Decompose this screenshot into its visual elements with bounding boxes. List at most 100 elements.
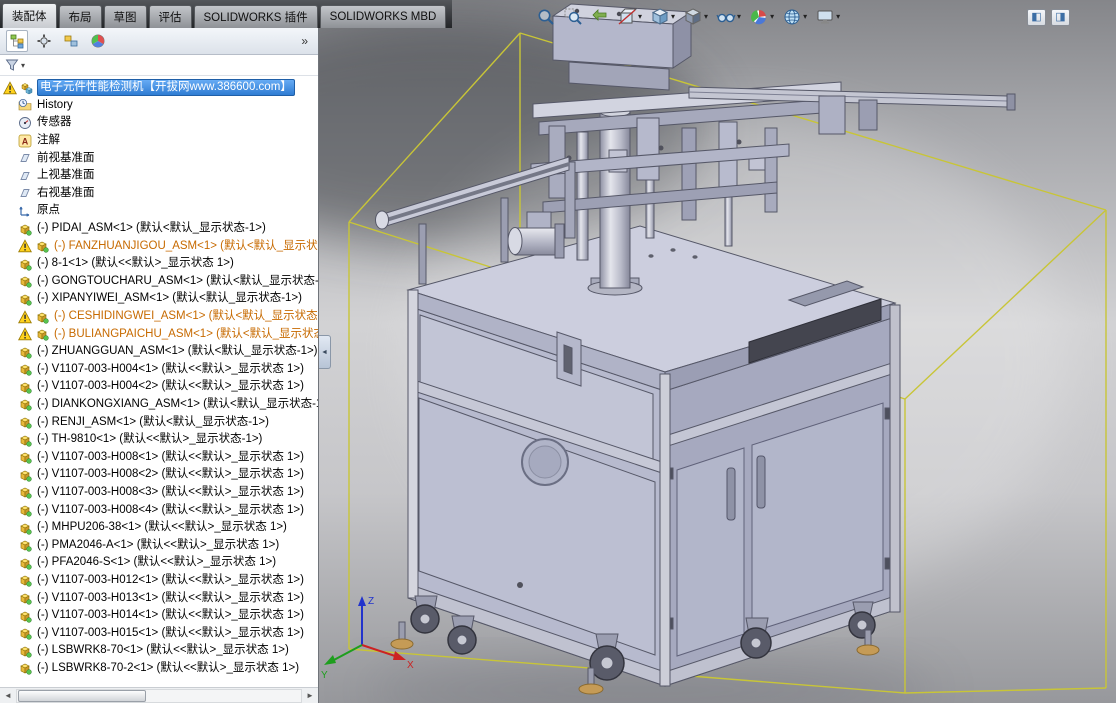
component-icon (18, 257, 32, 271)
component-icon (18, 626, 32, 640)
tree-item-label: (-) RENJI_ASM<1> (默认<默认_显示状态-1>) (37, 415, 269, 428)
edit-appearance-button[interactable]: ▾ (747, 5, 777, 29)
tab-solidworks-addins[interactable]: SOLIDWORKS 插件 (193, 5, 318, 28)
tree-item-label: 上视基准面 (37, 169, 95, 182)
pane-split-button[interactable]: ◧ (1027, 9, 1046, 26)
dropdown-caret[interactable]: ▾ (703, 5, 709, 29)
panel-overflow-chevrons[interactable]: » (301, 34, 312, 48)
dropdown-caret[interactable]: ▾ (835, 5, 841, 29)
scroll-right-arrow[interactable]: ► (302, 688, 318, 703)
tree-item[interactable]: (-) CESHIDINGWEI_ASM<1> (默认<默认_显示状态-1>) (0, 308, 318, 326)
tree-item[interactable]: 上视基准面 (0, 167, 318, 185)
featuremanager-tree-tab[interactable] (6, 30, 28, 52)
component-icon (18, 538, 32, 552)
zoom-to-area-button[interactable] (561, 5, 585, 29)
tree-item[interactable]: (-) 8-1<1> (默认<<默认>_显示状态 1>) (0, 255, 318, 273)
dropdown-caret[interactable]: ▾ (736, 5, 742, 29)
panel-tabs: » (0, 28, 318, 55)
sensors-icon (18, 116, 32, 130)
tree-item[interactable]: 电子元件性能检测机【开拔网www.386600.com】 (0, 79, 318, 97)
feature-manager-panel: » ▾ 电子元件性能检测机【开拔网www.386600.com】 History 传… (0, 28, 319, 703)
tree-item[interactable]: (-) GONGTOUCHARU_ASM<1> (默认<默认_显示状态-1>) (0, 273, 318, 291)
component-icon (18, 450, 32, 464)
panel-tabs-icons (6, 30, 109, 52)
tree-item[interactable]: 前视基准面 (0, 149, 318, 167)
tree-item[interactable]: (-) BULIANGPAICHU_ASM<1> (默认<默认_显示状态-1>) (0, 325, 318, 343)
tree-item-label: (-) LSBWRK8-70<1> (默认<<默认>_显示状态 1>) (37, 644, 289, 657)
dropdown-caret[interactable]: ▾ (637, 5, 643, 29)
scroll-thumb[interactable] (18, 689, 146, 702)
panel-collapse-tab[interactable]: ◄ (319, 335, 331, 369)
root-icon (20, 81, 34, 95)
tree-item[interactable]: History (0, 97, 318, 115)
scroll-track[interactable] (16, 688, 302, 703)
tree-item[interactable]: A 注解 (0, 132, 318, 150)
tree-item[interactable]: (-) V1107-003-H013<1> (默认<<默认>_显示状态 1>) (0, 589, 318, 607)
tree-item[interactable]: (-) PFA2046-S<1> (默认<<默认>_显示状态 1>) (0, 554, 318, 572)
warning-icon (18, 239, 32, 253)
tree-item[interactable]: (-) V1107-003-H008<2> (默认<<默认>_显示状态 1>) (0, 466, 318, 484)
tree-item[interactable]: (-) TH-9810<1> (默认<<默认>_显示状态-1>) (0, 431, 318, 449)
component-icon (18, 222, 32, 236)
dropdown-caret[interactable]: ▾ (802, 5, 808, 29)
tree-item[interactable]: (-) PMA2046-A<1> (默认<<默认>_显示状态 1>) (0, 536, 318, 554)
triad-x-label: X (407, 660, 414, 671)
tree-item-label: 原点 (37, 204, 60, 217)
tree-item-label: (-) PFA2046-S<1> (默认<<默认>_显示状态 1>) (37, 556, 277, 569)
tab-solidworks-mbd[interactable]: SOLIDWORKS MBD (319, 5, 447, 28)
propertymanager-tab[interactable] (33, 30, 55, 52)
scroll-left-arrow[interactable]: ◄ (0, 688, 16, 703)
tree-item[interactable]: 原点 (0, 202, 318, 220)
tree-item-label: (-) V1107-003-H004<2> (默认<<默认>_显示状态 1>) (37, 380, 304, 393)
tab-assembly[interactable]: 装配体 (2, 3, 57, 28)
view-settings-button[interactable]: ▾ (813, 5, 843, 29)
propertymanager-icon (36, 33, 52, 49)
dropdown-caret[interactable]: ▾ (769, 5, 775, 29)
displaymanager-tab[interactable] (87, 30, 109, 52)
tree-item[interactable]: (-) V1107-003-H004<1> (默认<<默认>_显示状态 1>) (0, 361, 318, 379)
tree-item[interactable]: (-) ZHUANGGUAN_ASM<1> (默认<默认_显示状态-1>) (0, 343, 318, 361)
tab-layout[interactable]: 布局 (58, 5, 102, 28)
tab-sketch[interactable]: 草图 (103, 5, 147, 28)
component-icon (18, 644, 32, 658)
graphics-viewport[interactable]: Z X Y ▾ ▾ ▾ ▾ ▾ ▾ ▾ ◧ ◨ (319, 0, 1116, 703)
component-icon (18, 485, 32, 500)
tree-item[interactable]: (-) MHPU206-38<1> (默认<<默认>_显示状态 1>) (0, 519, 318, 537)
tree-item[interactable]: (-) V1107-003-H015<1> (默认<<默认>_显示状态 1>) (0, 624, 318, 642)
filter-dropdown-caret[interactable]: ▾ (21, 61, 25, 70)
tree-item[interactable]: (-) LSBWRK8-70<1> (默认<<默认>_显示状态 1>) (0, 642, 318, 660)
tree-item[interactable]: (-) V1107-003-H012<1> (默认<<默认>_显示状态 1>) (0, 572, 318, 590)
tree-item[interactable]: (-) DIANKONGXIANG_ASM<1> (默认<默认_显示状态-1>) (0, 396, 318, 414)
dropdown-caret[interactable]: ▾ (670, 5, 676, 29)
zoom-to-fit-button[interactable] (534, 5, 558, 29)
origin-icon (18, 204, 32, 218)
tree-item[interactable]: 右视基准面 (0, 185, 318, 203)
apply-scene-button[interactable]: ▾ (780, 5, 810, 29)
tree-item[interactable]: (-) V1107-003-H004<2> (默认<<默认>_显示状态 1>) (0, 378, 318, 396)
filter-funnel-icon[interactable] (5, 58, 19, 72)
pane-close-button[interactable]: ◨ (1051, 9, 1070, 26)
section-view-button[interactable]: ▾ (615, 5, 645, 29)
tree-horizontal-scrollbar[interactable]: ◄ ► (0, 687, 318, 703)
hide-show-items-button[interactable]: ▾ (714, 5, 744, 29)
previous-view-button[interactable] (588, 5, 612, 29)
tree-item[interactable]: (-) XIPANYIWEI_ASM<1> (默认<默认_显示状态-1>) (0, 290, 318, 308)
3d-model-layer[interactable]: Z X Y (319, 0, 1116, 703)
view-orientation-button[interactable]: ▾ (648, 5, 678, 29)
tree-item[interactable]: (-) PIDAI_ASM<1> (默认<默认_显示状态-1>) (0, 220, 318, 238)
tree-item[interactable]: (-) V1107-003-H008<1> (默认<<默认>_显示状态 1>) (0, 448, 318, 466)
tree-item-label: (-) V1107-003-H014<1> (默认<<默认>_显示状态 1>) (37, 609, 304, 622)
configurationmanager-tab[interactable] (60, 30, 82, 52)
warning-icon (18, 327, 32, 341)
tree-item[interactable]: (-) V1107-003-H008<3> (默认<<默认>_显示状态 1>) (0, 484, 318, 502)
tree-item[interactable]: 传感器 (0, 114, 318, 132)
tree-item-label: (-) FANZHUANJIGOU_ASM<1> (默认<默认_显示状态-1>) (54, 239, 318, 252)
tree-item[interactable]: (-) LSBWRK8-70-2<1> (默认<<默认>_显示状态 1>) (0, 660, 318, 678)
tree-item-label: (-) XIPANYIWEI_ASM<1> (默认<默认_显示状态-1>) (37, 292, 302, 305)
tree-item[interactable]: (-) V1107-003-H014<1> (默认<<默认>_显示状态 1>) (0, 607, 318, 625)
tab-evaluate[interactable]: 评估 (148, 5, 192, 28)
tree-item[interactable]: (-) RENJI_ASM<1> (默认<默认_显示状态-1>) (0, 413, 318, 431)
display-style-button[interactable]: ▾ (681, 5, 711, 29)
tree-item[interactable]: (-) FANZHUANJIGOU_ASM<1> (默认<默认_显示状态-1>) (0, 237, 318, 255)
tree-item[interactable]: (-) V1107-003-H008<4> (默认<<默认>_显示状态 1>) (0, 501, 318, 519)
